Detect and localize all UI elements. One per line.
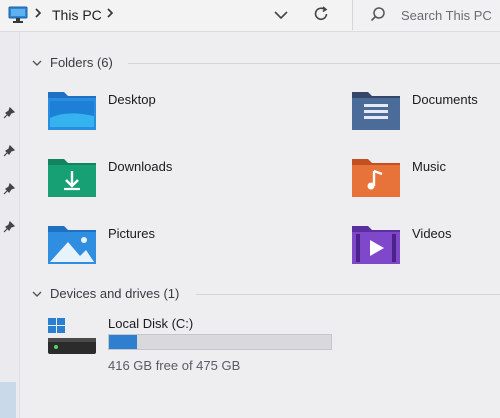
chevron-right-icon[interactable]	[106, 6, 114, 23]
search-icon[interactable]	[369, 6, 387, 29]
chevron-right-icon[interactable]	[34, 6, 42, 23]
nav-selected-item[interactable]	[0, 382, 16, 418]
folder-music[interactable]: Music	[350, 155, 500, 205]
folder-label: Pictures	[108, 226, 155, 241]
pictures-folder-icon	[48, 226, 96, 264]
folder-pictures[interactable]: Pictures	[46, 222, 226, 272]
folder-label: Documents	[412, 92, 478, 107]
devices-section-header[interactable]: Devices and drives (1)	[32, 286, 179, 301]
chevron-down-icon[interactable]	[32, 289, 42, 299]
desktop-folder-icon	[48, 92, 96, 130]
music-folder-icon	[352, 159, 400, 197]
address-bar[interactable]: This PC	[0, 0, 346, 30]
folder-label: Music	[412, 159, 446, 174]
this-pc-icon[interactable]	[8, 6, 28, 29]
drive-usage-fill	[109, 335, 137, 349]
pin-icon[interactable]	[3, 220, 16, 233]
folders-section-label: Folders (6)	[50, 55, 113, 70]
folder-label: Downloads	[108, 159, 173, 174]
folders-section-header[interactable]: Folders (6)	[32, 55, 113, 70]
refresh-icon[interactable]	[312, 5, 330, 23]
drive-name: Local Disk (C:)	[108, 316, 194, 331]
pin-icon[interactable]	[3, 182, 16, 195]
videos-folder-icon	[352, 226, 400, 264]
folder-documents[interactable]: Documents	[350, 88, 500, 138]
folder-label: Desktop	[108, 92, 156, 107]
section-divider	[196, 294, 500, 295]
chevron-down-icon[interactable]	[32, 58, 42, 68]
drive-usage-bar	[108, 334, 332, 350]
folder-desktop[interactable]: Desktop	[46, 88, 226, 138]
folder-downloads[interactable]: Downloads	[46, 155, 226, 205]
pin-icon[interactable]	[3, 106, 16, 119]
folder-videos[interactable]: Videos	[350, 222, 500, 272]
local-disk-icon	[48, 318, 96, 354]
navigation-pane	[0, 32, 20, 418]
drive-local-disk-c[interactable]: Local Disk (C:) 416 GB free of 475 GB	[46, 314, 346, 378]
downloads-folder-icon	[48, 159, 96, 197]
chevron-down-icon[interactable]	[272, 6, 290, 24]
drive-free-space: 416 GB free of 475 GB	[108, 358, 241, 373]
pin-icon[interactable]	[3, 144, 16, 157]
section-divider	[128, 63, 500, 64]
address-toolbar: This PC Search This PC	[0, 0, 500, 32]
breadcrumb-this-pc[interactable]: This PC	[52, 7, 102, 23]
search-box[interactable]: Search This PC	[352, 0, 500, 30]
documents-folder-icon	[352, 92, 400, 130]
devices-section-label: Devices and drives (1)	[50, 286, 180, 301]
search-input[interactable]: Search This PC	[401, 8, 492, 23]
folder-label: Videos	[412, 226, 452, 241]
